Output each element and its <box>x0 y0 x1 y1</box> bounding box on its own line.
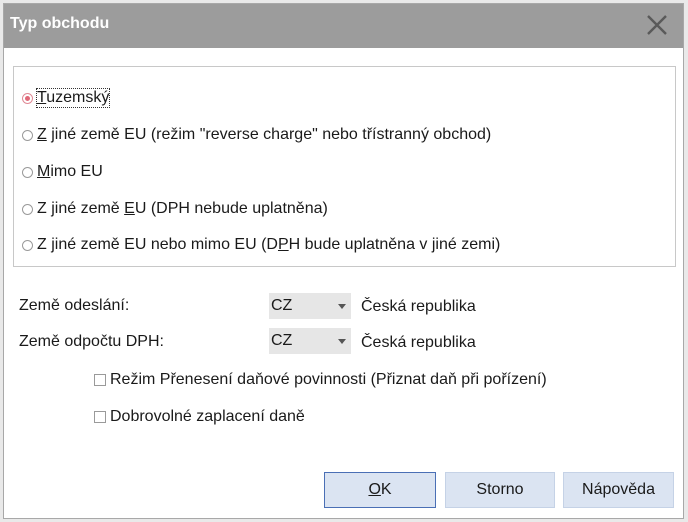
chevron-down-icon <box>338 339 346 344</box>
radio-button[interactable] <box>22 129 33 141</box>
radio-button[interactable] <box>22 203 33 215</box>
radio-label-vat-other-country: Z jiné země EU nebo mimo EU (DPH bude up… <box>37 236 501 253</box>
radio-button-checked[interactable] <box>22 92 33 104</box>
radio-label-domestic: Tuzemský <box>35 88 111 108</box>
close-icon[interactable] <box>645 13 669 37</box>
ok-button-accesskey: O <box>368 481 381 498</box>
radio-button[interactable] <box>22 166 33 178</box>
cancel-button[interactable]: Storno <box>445 472 555 508</box>
radio-label-eu-reverse-charge: Z jiné země EU (režim "reverse charge" n… <box>37 126 492 143</box>
reverse-charge-checkbox[interactable] <box>94 374 106 386</box>
reverse-charge-label: Režim Přenesení daňové povinnosti (Přizn… <box>110 371 547 388</box>
vat-country-select[interactable]: CZ <box>269 328 351 354</box>
cancel-button-label: Storno <box>476 481 524 498</box>
radio-button[interactable] <box>22 239 33 251</box>
radio-label-outside-eu: Mimo EU <box>37 163 103 180</box>
vat-country-label: Země odpočtu DPH: <box>19 333 164 350</box>
help-button-label: Nápověda <box>582 481 655 498</box>
vat-country-name: Česká republika <box>361 334 476 351</box>
radio-domestic[interactable]: Tuzemský <box>22 87 111 109</box>
radio-outside-eu[interactable]: Mimo EU <box>22 161 103 183</box>
radio-label-eu-no-vat: Z jiné země EU (DPH nebude uplatněna) <box>37 200 328 217</box>
reverse-charge-checkbox-row[interactable]: Režim Přenesení daňové povinnosti (Přizn… <box>94 369 547 391</box>
voluntary-tax-checkbox[interactable] <box>94 411 106 423</box>
origin-country-name: Česká republika <box>361 298 476 315</box>
trade-type-dialog: Typ obchodu Tuzemský Z jiné země EU (rež… <box>3 3 684 519</box>
dialog-title: Typ obchodu <box>10 15 110 32</box>
vat-country-code: CZ <box>271 332 293 349</box>
trade-type-group: Tuzemský Z jiné země EU (režim "reverse … <box>13 66 676 267</box>
radio-vat-other-country[interactable]: Z jiné země EU nebo mimo EU (DPH bude up… <box>22 234 500 256</box>
radio-eu-no-vat[interactable]: Z jiné země EU (DPH nebude uplatněna) <box>22 198 328 220</box>
help-button[interactable]: Nápověda <box>563 472 674 508</box>
ok-button-label: K <box>380 481 392 498</box>
origin-country-label: Země odeslání: <box>19 297 130 314</box>
origin-country-select[interactable]: CZ <box>269 293 351 319</box>
radio-eu-reverse-charge[interactable]: Z jiné země EU (režim "reverse charge" n… <box>22 124 491 146</box>
voluntary-tax-label: Dobrovolné zaplacení daně <box>110 408 305 425</box>
origin-country-code: CZ <box>271 297 293 314</box>
voluntary-tax-checkbox-row[interactable]: Dobrovolné zaplacení daně <box>94 406 305 428</box>
ok-button[interactable]: OK <box>324 472 436 508</box>
chevron-down-icon <box>338 304 346 309</box>
title-bar: Typ obchodu <box>4 4 683 48</box>
